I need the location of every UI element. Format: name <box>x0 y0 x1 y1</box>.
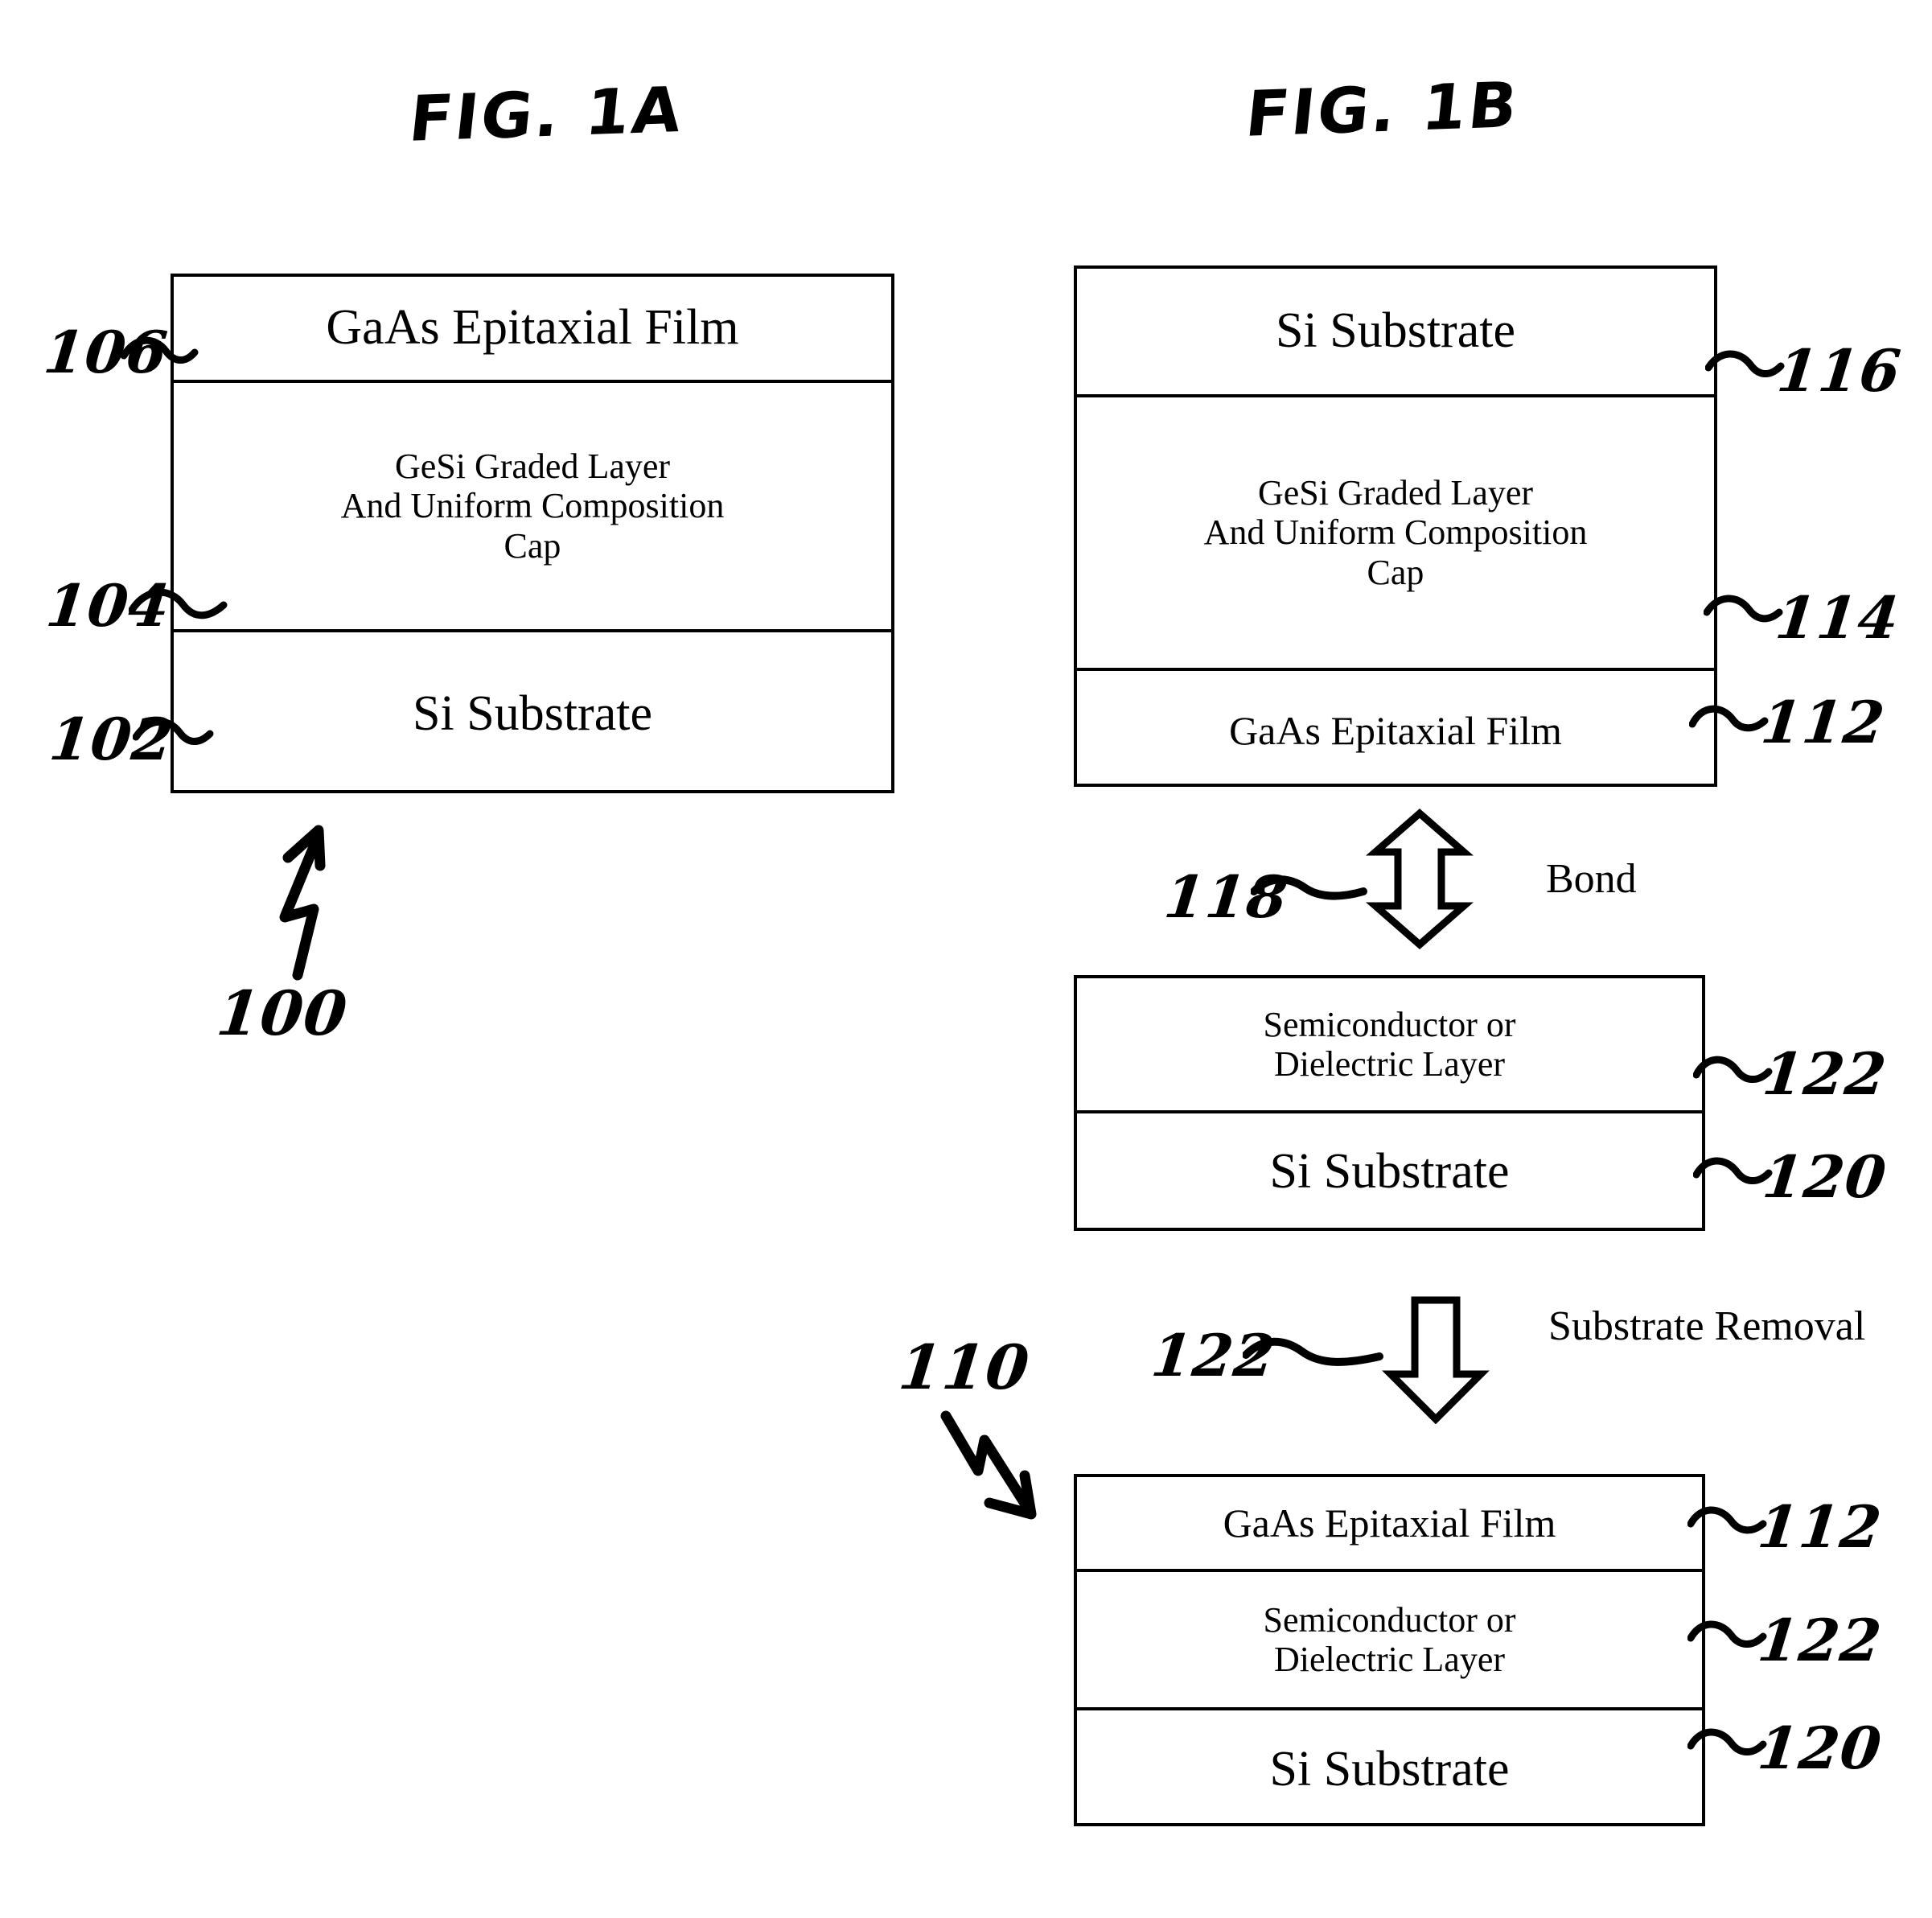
layer-text-line: GeSi Graded Layer <box>394 447 671 487</box>
bond-double-arrow-icon <box>1366 809 1474 949</box>
fig1b-top-layer-gaas-epitaxial-film: GaAs Epitaxial Film <box>1077 671 1714 790</box>
fig1b-bot-layer-si-substrate: Si Substrate <box>1077 1710 1702 1830</box>
reference-numeral-100: 100 <box>213 978 351 1049</box>
reference-numeral-110: 110 <box>895 1331 1034 1403</box>
process-text-line: Removal <box>1714 1303 1866 1349</box>
reference-numeral-112-bot: 112 <box>1754 1492 1885 1561</box>
layer-text-line: Si Substrate <box>1269 1742 1510 1797</box>
layer-text-line: Cap <box>504 525 561 566</box>
layer-text-line: Si Substrate <box>1269 1144 1510 1200</box>
layer-text-line: Cap <box>1367 552 1424 592</box>
fig1b-bottom-layer-stack: GaAs Epitaxial Film Semiconductor or Die… <box>1074 1474 1705 1826</box>
fig1a-layer-stack: GaAs Epitaxial Film GeSi Graded Layer An… <box>171 274 894 793</box>
fig1a-layer-gaas-epitaxial-film: GaAs Epitaxial Film <box>174 277 891 383</box>
reference-numeral-112-top: 112 <box>1757 688 1889 756</box>
figure-title-1b: FIG. 1B <box>1242 69 1523 151</box>
reference-numeral-122-mid: 122 <box>1759 1039 1890 1108</box>
reference-numeral-104: 104 <box>43 571 174 640</box>
reference-numeral-120-bot: 120 <box>1754 1714 1885 1782</box>
reference-numeral-122-bot: 122 <box>1754 1606 1885 1674</box>
layer-text-line: Dielectric Layer <box>1273 1640 1506 1679</box>
reference-numeral-102: 102 <box>46 705 177 773</box>
reference-numeral-118: 118 <box>1161 862 1292 931</box>
fig1b-mid-layer-semiconductor-dielectric: Semiconductor or Dielectric Layer <box>1077 978 1702 1113</box>
figure-title-1a: FIG. 1A <box>405 74 688 156</box>
process-label-substrate-removal: Substrate Removal <box>1548 1302 1865 1351</box>
fig1b-bot-layer-semiconductor-dielectric: Semiconductor or Dielectric Layer <box>1077 1572 1702 1710</box>
assembly-arrow-110 <box>940 1410 1037 1520</box>
layer-text-line: Si Substrate <box>413 686 652 742</box>
fig1b-mid-layer-si-substrate: Si Substrate <box>1077 1113 1702 1231</box>
reference-numeral-116: 116 <box>1774 336 1905 405</box>
layer-text-line: GaAs Epitaxial Film <box>1223 1500 1556 1546</box>
layer-text-line: Dielectric Layer <box>1273 1044 1506 1084</box>
layer-text-line: Si Substrate <box>1276 303 1515 359</box>
process-text-line: Bond <box>1546 856 1637 902</box>
layer-text-line: And Uniform Composition <box>340 486 725 526</box>
fig1b-bot-layer-gaas-epitaxial-film: GaAs Epitaxial Film <box>1077 1477 1702 1572</box>
layer-text-line: GaAs Epitaxial Film <box>1229 708 1562 753</box>
assembly-arrow-100 <box>279 825 326 981</box>
fig1a-layer-si-substrate: Si Substrate <box>174 632 891 796</box>
layer-text-line: GaAs Epitaxial Film <box>326 300 739 356</box>
reference-numeral-120-mid: 120 <box>1759 1142 1890 1211</box>
layer-text-line: Semiconductor or <box>1263 1599 1516 1640</box>
layer-text-line: GeSi Graded Layer <box>1257 473 1534 513</box>
layer-text-line: Semiconductor or <box>1263 1004 1516 1044</box>
process-text-line: Substrate <box>1548 1303 1704 1349</box>
substrate-removal-arrow-icon <box>1382 1296 1490 1424</box>
reference-numeral-106: 106 <box>40 318 171 386</box>
layer-text-line: And Uniform Composition <box>1203 512 1588 553</box>
fig1a-layer-gesi-graded: GeSi Graded Layer And Uniform Compositio… <box>174 383 891 632</box>
process-label-bond: Bond <box>1546 854 1637 903</box>
fig1b-top-layer-stack: Si Substrate GeSi Graded Layer And Unifo… <box>1074 265 1717 787</box>
reference-numeral-122-arrow: 122 <box>1148 1321 1279 1389</box>
reference-numeral-114: 114 <box>1772 583 1903 652</box>
fig1b-top-layer-gesi-graded: GeSi Graded Layer And Uniform Compositio… <box>1077 397 1714 671</box>
fig1b-top-layer-si-substrate: Si Substrate <box>1077 269 1714 397</box>
fig1b-middle-layer-stack: Semiconductor or Dielectric Layer Si Sub… <box>1074 975 1705 1231</box>
